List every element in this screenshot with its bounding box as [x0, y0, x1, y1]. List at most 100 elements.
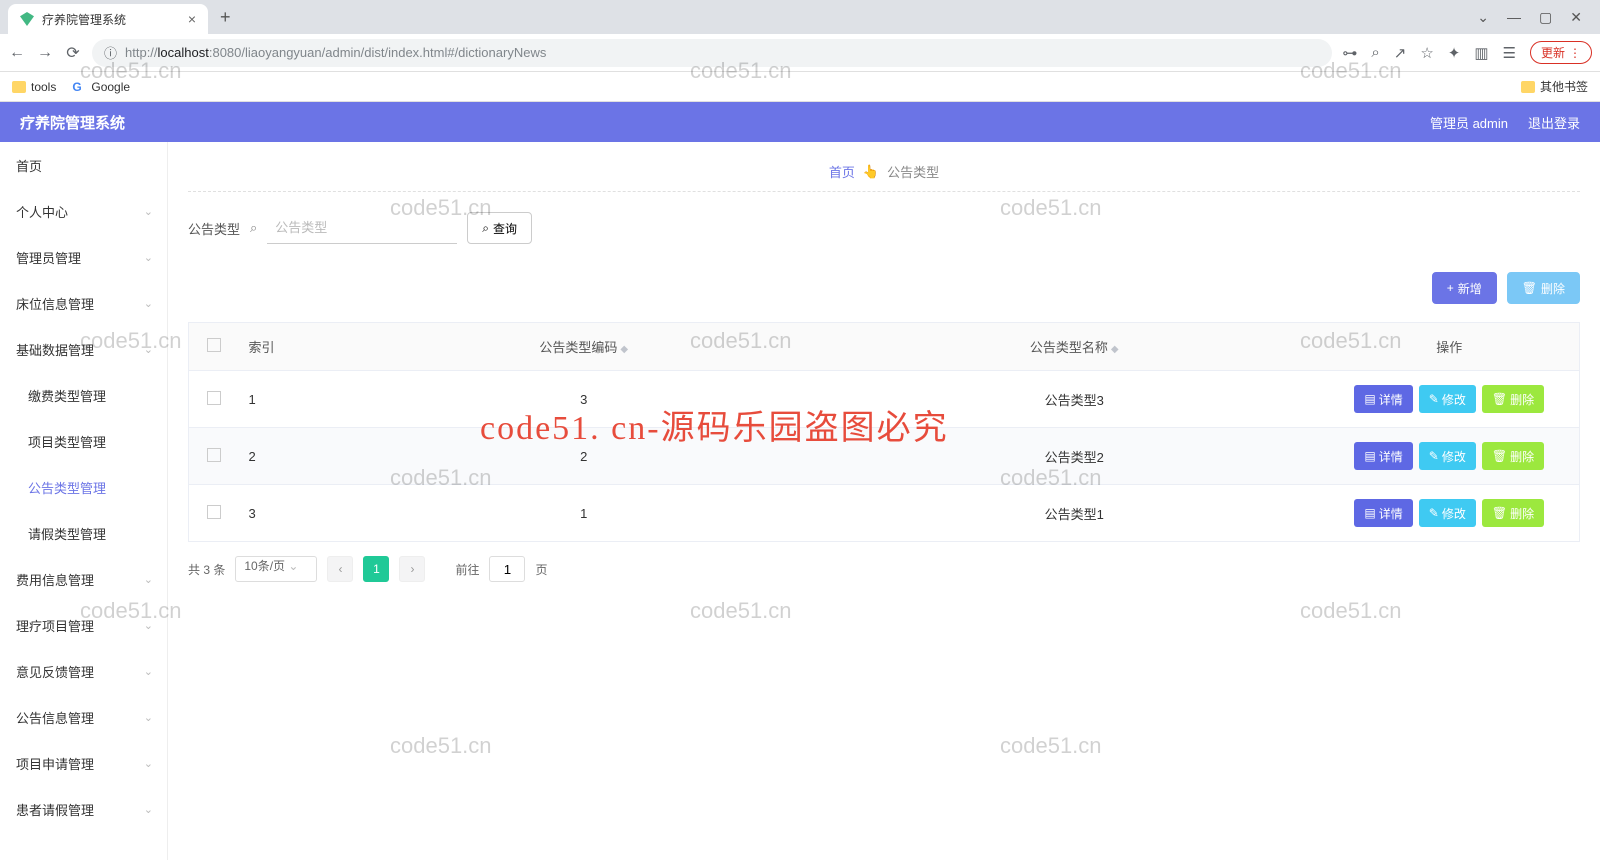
- plus-icon: +: [1447, 281, 1454, 295]
- folder-icon: [12, 81, 26, 93]
- breadcrumb-home[interactable]: 首页: [829, 162, 855, 181]
- extensions-icon[interactable]: ✦: [1448, 44, 1461, 62]
- minimize-icon[interactable]: —: [1507, 9, 1521, 26]
- action-row: +新增 🗑删除: [188, 254, 1580, 322]
- row-checkbox[interactable]: [207, 391, 221, 405]
- doc-icon: ▤: [1364, 392, 1375, 406]
- cell-index: 2: [239, 428, 339, 485]
- table-row: 2 2 公告类型2 ▤ 详情 ✎ 修改 🗑 删除: [189, 428, 1580, 485]
- sidebar-item-leave[interactable]: 患者请假管理⌄: [0, 786, 167, 832]
- user-info[interactable]: 管理员 admin: [1430, 113, 1508, 132]
- table-row: 1 3 公告类型3 ▤ 详情 ✎ 修改 🗑 删除: [189, 371, 1580, 428]
- sidebar-subitem-leave-type[interactable]: 请假类型管理: [0, 510, 167, 556]
- edit-button[interactable]: ✎ 修改: [1419, 385, 1476, 413]
- forward-icon[interactable]: →: [36, 44, 54, 62]
- new-tab-button[interactable]: +: [220, 7, 231, 28]
- row-checkbox[interactable]: [207, 448, 221, 462]
- star-icon[interactable]: ☆: [1420, 44, 1433, 62]
- add-button[interactable]: +新增: [1432, 272, 1497, 304]
- doc-icon: ▤: [1364, 506, 1375, 520]
- update-button[interactable]: 更新⋮: [1530, 41, 1592, 64]
- trash-icon: 🗑: [1492, 392, 1507, 406]
- detail-button[interactable]: ▤ 详情: [1354, 499, 1412, 527]
- sidebar-item-bed[interactable]: 床位信息管理⌄: [0, 280, 167, 326]
- bookmark-other[interactable]: 其他书签: [1521, 78, 1588, 95]
- side-panel-icon[interactable]: ▥: [1474, 44, 1488, 62]
- sort-icon[interactable]: ◆: [1111, 344, 1119, 355]
- sidebar-item-feedback[interactable]: 意见反馈管理⌄: [0, 648, 167, 694]
- folder-icon: [1521, 81, 1535, 93]
- sort-icon[interactable]: ◆: [620, 344, 628, 355]
- browser-chrome: 疗养院管理系统 × + ⌄ — ▢ ✕ ← → ⟳ ⓘ http://local…: [0, 0, 1600, 102]
- search-icon: ⌕: [482, 221, 489, 236]
- chevron-down-icon: ⌄: [144, 803, 153, 816]
- back-icon[interactable]: ←: [8, 44, 26, 62]
- sidebar-item-application[interactable]: 项目申请管理⌄: [0, 740, 167, 786]
- sidebar-item-expense[interactable]: 费用信息管理⌄: [0, 556, 167, 602]
- close-window-icon[interactable]: ✕: [1570, 9, 1582, 26]
- col-name[interactable]: 公告类型名称: [1030, 340, 1108, 355]
- search-label: 公告类型: [188, 219, 240, 238]
- page-size-select[interactable]: 10条/页 ⌄: [235, 556, 317, 582]
- col-code[interactable]: 公告类型编码: [539, 340, 617, 355]
- breadcrumb: 首页 👆 公告类型: [188, 152, 1580, 192]
- bookmark-google[interactable]: GGoogle: [72, 80, 130, 94]
- sidebar-item-notice[interactable]: 公告信息管理⌄: [0, 694, 167, 740]
- breadcrumb-current: 公告类型: [887, 162, 939, 181]
- sidebar-subitem-fee-type[interactable]: 缴费类型管理: [0, 372, 167, 418]
- detail-button[interactable]: ▤ 详情: [1354, 442, 1412, 470]
- chevron-down-icon: ⌄: [144, 573, 153, 586]
- sidebar-item-personal[interactable]: 个人中心⌄: [0, 188, 167, 234]
- edit-button[interactable]: ✎ 修改: [1419, 442, 1476, 470]
- logout-link[interactable]: 退出登录: [1528, 113, 1580, 132]
- row-delete-button[interactable]: 🗑 删除: [1482, 499, 1544, 527]
- sidebar-subitem-notice-type[interactable]: 公告类型管理: [0, 464, 167, 510]
- sidebar-item-basedata[interactable]: 基础数据管理⌄: [0, 326, 167, 372]
- url-text: http://localhost:8080/liaoyangyuan/admin…: [125, 45, 546, 60]
- app-header: 疗养院管理系统 管理员 admin 退出登录: [0, 102, 1600, 142]
- goto-input[interactable]: [489, 556, 525, 582]
- maximize-icon[interactable]: ▢: [1539, 9, 1552, 26]
- cell-name: 公告类型1: [829, 485, 1320, 542]
- chevron-down-icon: ⌄: [144, 297, 153, 310]
- sidebar-item-therapy[interactable]: 理疗项目管理⌄: [0, 602, 167, 648]
- detail-button[interactable]: ▤ 详情: [1354, 385, 1412, 413]
- hand-icon: 👆: [863, 164, 879, 180]
- chevron-down-icon: ⌄: [144, 757, 153, 770]
- profile-icon[interactable]: ☰: [1503, 44, 1516, 62]
- select-all-checkbox[interactable]: [207, 338, 221, 352]
- trash-icon: 🗑: [1492, 449, 1507, 463]
- next-page-button[interactable]: ›: [399, 556, 425, 582]
- row-checkbox[interactable]: [207, 505, 221, 519]
- cell-code: 3: [339, 371, 830, 428]
- chevron-down-icon: ⌄: [144, 251, 153, 264]
- sidebar-item-admin[interactable]: 管理员管理⌄: [0, 234, 167, 280]
- search-input[interactable]: [267, 212, 457, 244]
- row-delete-button[interactable]: 🗑 删除: [1482, 385, 1544, 413]
- col-ops: 操作: [1436, 340, 1462, 355]
- page-number-button[interactable]: 1: [363, 556, 389, 582]
- trash-icon: 🗑: [1522, 281, 1537, 295]
- row-delete-button[interactable]: 🗑 删除: [1482, 442, 1544, 470]
- google-icon: G: [72, 80, 86, 94]
- url-input[interactable]: ⓘ http://localhost:8080/liaoyangyuan/adm…: [92, 39, 1332, 67]
- bookmark-tools[interactable]: tools: [12, 80, 56, 94]
- share-icon[interactable]: ↗: [1394, 44, 1407, 62]
- goto-suffix: 页: [535, 561, 547, 578]
- reload-icon[interactable]: ⟳: [64, 43, 82, 63]
- sidebar-item-home[interactable]: 首页: [0, 142, 167, 188]
- query-button[interactable]: ⌕查询: [467, 212, 532, 244]
- delete-button[interactable]: 🗑删除: [1507, 272, 1580, 304]
- close-icon[interactable]: ×: [188, 11, 196, 27]
- cell-name: 公告类型3: [829, 371, 1320, 428]
- sidebar-subitem-project-type[interactable]: 项目类型管理: [0, 418, 167, 464]
- tab-bar: 疗养院管理系统 × + ⌄ — ▢ ✕: [0, 0, 1600, 34]
- edit-button[interactable]: ✎ 修改: [1419, 499, 1476, 527]
- main-content: 首页 👆 公告类型 公告类型 ⌕ ⌕查询 +新增 🗑删除 索引 公告类型编码◆ …: [168, 142, 1600, 860]
- prev-page-button[interactable]: ‹: [327, 556, 353, 582]
- key-icon[interactable]: ⊶: [1342, 44, 1357, 62]
- chevron-down-icon[interactable]: ⌄: [1477, 9, 1489, 26]
- sidebar: 首页 个人中心⌄ 管理员管理⌄ 床位信息管理⌄ 基础数据管理⌄ 缴费类型管理 项…: [0, 142, 168, 860]
- browser-tab[interactable]: 疗养院管理系统 ×: [8, 4, 208, 34]
- search-lens-icon[interactable]: ⌕: [1371, 44, 1379, 61]
